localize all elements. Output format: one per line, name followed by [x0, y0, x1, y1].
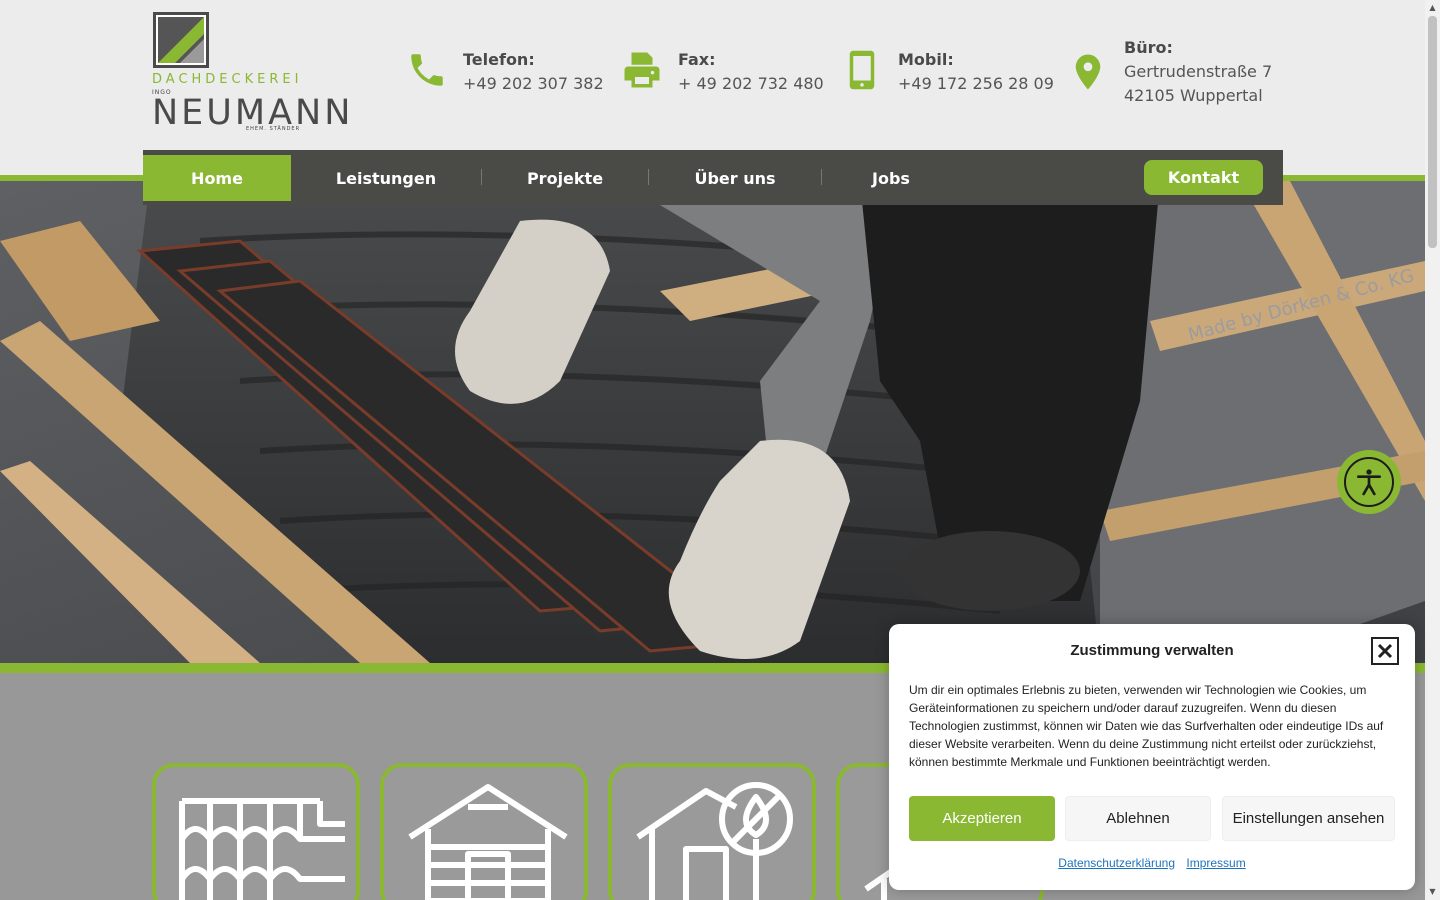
privacy-policy-link[interactable]: Datenschutzerklärung	[1058, 856, 1175, 870]
contact-office-label: Büro:	[1124, 38, 1173, 57]
cookie-close-button[interactable]	[1371, 637, 1399, 665]
location-pin-icon	[1066, 50, 1110, 94]
nav-item-home[interactable]: Home	[143, 155, 291, 201]
hero-image-roofer: Made by Dörken & Co. KG	[0, 181, 1425, 663]
scrollbar-thumb[interactable]	[1428, 16, 1437, 248]
page-scrollbar[interactable]: ▲ ▼	[1425, 0, 1440, 900]
logo-mark-icon	[153, 12, 209, 68]
contact-fax-value[interactable]: + 49 202 732 480	[678, 72, 824, 96]
nav-item-jobs[interactable]: Jobs	[822, 155, 960, 201]
contact-mobile-label: Mobil:	[898, 50, 954, 69]
scroll-up-arrow-icon[interactable]: ▲	[1428, 3, 1437, 13]
company-logo[interactable]: DACHDECKEREI INGO NEUMANN EHEM. STÄNDER	[152, 10, 350, 138]
roof-tiles-icon	[179, 798, 345, 900]
cookie-settings-button[interactable]: Einstellungen ansehen	[1222, 796, 1395, 841]
service-card-roof-tiles[interactable]	[152, 763, 360, 900]
accessibility-button[interactable]	[1337, 450, 1401, 514]
contact-office-street: Gertrudenstraße 7	[1124, 62, 1273, 81]
contact-mobile-value[interactable]: +49 172 256 28 09	[898, 72, 1054, 96]
site-header: DACHDECKEREI INGO NEUMANN EHEM. STÄNDER …	[0, 0, 1425, 175]
house-waterproof-icon	[636, 782, 793, 900]
accessibility-icon	[1357, 469, 1381, 496]
contact-mobile[interactable]: Mobil: +49 172 256 28 09	[840, 48, 1054, 96]
mobile-icon	[840, 48, 884, 92]
contact-phone-value[interactable]: +49 202 307 382	[463, 72, 604, 96]
logo-text-ehem: EHEM. STÄNDER	[246, 126, 301, 132]
main-nav: Home Leistungen Projekte Über uns Jobs K…	[143, 150, 1283, 205]
contact-fax-label: Fax:	[678, 50, 716, 69]
cookie-dialog-links: Datenschutzerklärung Impressum	[889, 856, 1415, 870]
nav-item-projekte[interactable]: Projekte	[482, 155, 648, 201]
service-card-house-waterproof[interactable]	[608, 763, 816, 900]
cookie-dialog-title: Zustimmung verwalten	[1070, 642, 1234, 659]
contact-fax[interactable]: Fax: + 49 202 732 480	[620, 48, 824, 96]
contact-office: Büro: Gertrudenstraße 7 42105 Wuppertal	[1066, 36, 1272, 108]
contact-phone[interactable]: Telefon: +49 202 307 382	[405, 48, 604, 96]
scroll-down-arrow-icon[interactable]: ▼	[1428, 887, 1437, 897]
kontakt-button[interactable]: Kontakt	[1144, 160, 1263, 195]
logo-text-dachdeckerei: DACHDECKEREI	[152, 72, 303, 87]
close-icon	[1377, 643, 1393, 659]
service-card-house-facade[interactable]	[380, 763, 588, 900]
imprint-link[interactable]: Impressum	[1186, 856, 1245, 870]
contact-office-city: 42105 Wuppertal	[1124, 86, 1263, 105]
cookie-dialog-text: Um dir ein optimales Erlebnis zu bieten,…	[909, 683, 1384, 769]
fax-icon	[620, 48, 664, 92]
nav-item-ueber-uns[interactable]: Über uns	[649, 155, 821, 201]
cookie-consent-dialog: Zustimmung verwalten Um dir ein optimale…	[889, 624, 1415, 890]
contact-phone-label: Telefon:	[463, 50, 535, 69]
phone-icon	[405, 48, 449, 92]
cookie-accept-button[interactable]: Akzeptieren	[909, 796, 1055, 841]
house-facade-icon	[408, 784, 568, 900]
cookie-deny-button[interactable]: Ablehnen	[1065, 796, 1211, 841]
nav-item-leistungen[interactable]: Leistungen	[291, 155, 481, 201]
